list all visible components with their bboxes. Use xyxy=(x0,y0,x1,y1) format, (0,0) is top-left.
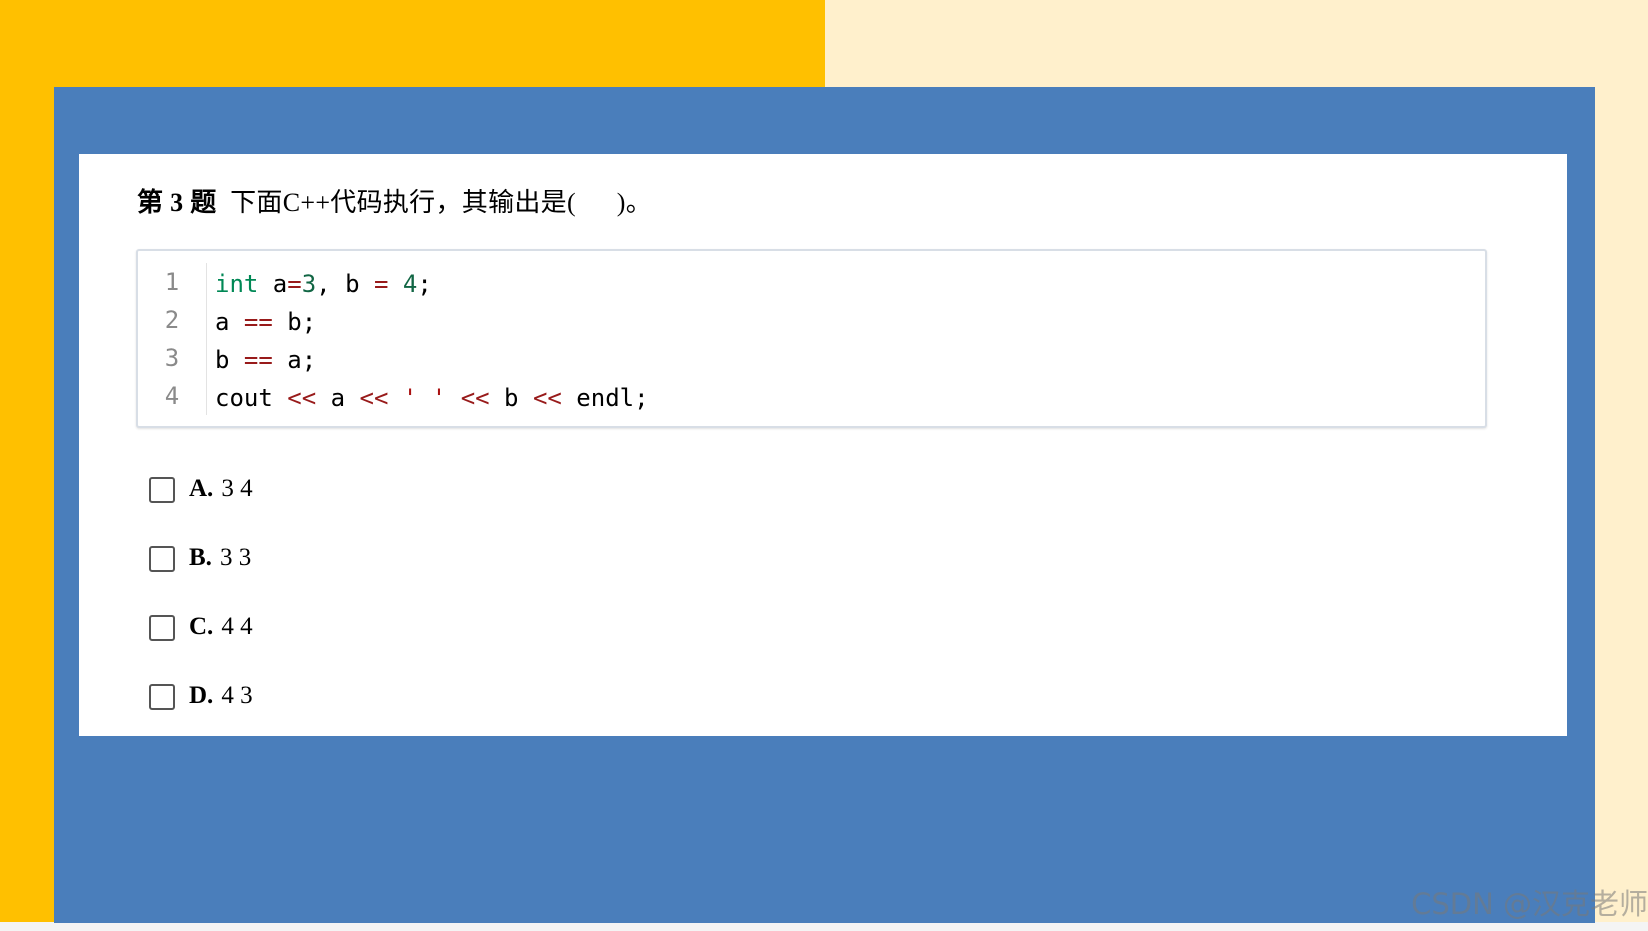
option-c-checkbox[interactable] xyxy=(149,614,175,641)
code-token: a xyxy=(215,308,244,336)
watermark: CSDN @汉克老师 xyxy=(1411,887,1648,921)
option-d-checkbox[interactable] xyxy=(149,683,175,710)
code-token: 4 xyxy=(402,270,418,298)
gutter-divider xyxy=(206,263,207,415)
answer-options: A. 3 4 B. 3 3 C. 4 4 D. 4 3 xyxy=(149,454,253,730)
code-token: = xyxy=(287,270,302,298)
option-c-letter: C. xyxy=(189,612,214,640)
line-number: 4 xyxy=(164,382,180,410)
option-b-checkbox[interactable] xyxy=(149,545,175,572)
code-token: a; xyxy=(272,346,317,374)
option-a[interactable]: A. 3 4 xyxy=(149,454,253,523)
code-token: ; xyxy=(417,270,432,298)
option-d-letter: D. xyxy=(189,681,214,709)
code-token: b xyxy=(215,346,244,374)
option-d-text: 4 3 xyxy=(221,681,253,709)
code-block: 1234 int a=3, b = 4; a == b; b == a; cout <… xyxy=(136,249,1487,428)
option-d[interactable]: D. 4 3 xyxy=(149,661,253,730)
code-token: cout xyxy=(215,384,288,412)
question-title: 第 3 题 下面C++代码执行，其输出是( )。 xyxy=(137,182,652,219)
option-c-text: 4 4 xyxy=(221,612,253,640)
option-a-checkbox[interactable] xyxy=(149,476,175,503)
code-line: b == a; xyxy=(215,341,649,379)
code-token: == xyxy=(243,308,273,336)
line-number: 1 xyxy=(164,268,180,296)
code-token: << xyxy=(532,384,562,412)
question-text: 下面C++代码执行，其输出是( )。 xyxy=(230,188,652,217)
option-a-text: 3 4 xyxy=(221,474,253,502)
line-number: 3 xyxy=(164,344,180,372)
code-line: cout << a << ' ' << b << endl; xyxy=(215,379,649,417)
question-number: 第 3 题 xyxy=(137,188,217,217)
code-token: int xyxy=(215,270,259,298)
code-token: a xyxy=(316,384,360,412)
code-line: int a=3, b = 4; xyxy=(215,265,649,303)
code-token: << xyxy=(287,384,317,412)
code-token: << xyxy=(359,384,389,412)
code-token: << xyxy=(460,384,490,412)
line-number-gutter: 1 2 3 4 xyxy=(138,263,206,415)
option-b[interactable]: B. 3 3 xyxy=(149,523,253,592)
bottom-strip xyxy=(0,922,1648,931)
line-number: 2 xyxy=(164,306,180,334)
option-b-text: 3 3 xyxy=(219,543,252,571)
code-token: ' ' xyxy=(402,384,447,412)
code-token: = xyxy=(373,270,389,298)
question-card: 第 3 题 下面C++代码执行，其输出是( )。 1234 int a=3, b… xyxy=(79,154,1567,736)
code-token: endl; xyxy=(561,384,649,412)
code-token: b xyxy=(489,384,533,412)
code-token: b; xyxy=(272,308,317,336)
option-a-letter: A. xyxy=(189,474,214,502)
code-token: == xyxy=(243,346,273,374)
option-c[interactable]: C. 4 4 xyxy=(149,592,253,661)
code-line: a == b; xyxy=(215,303,649,341)
code-token: 3 xyxy=(301,270,317,298)
code-content: int a=3, b = 4; a == b; b == a; cout << a <… xyxy=(215,265,649,417)
code-token: a xyxy=(258,270,288,298)
option-b-letter: B. xyxy=(189,543,212,571)
code-token: , b xyxy=(316,270,374,298)
